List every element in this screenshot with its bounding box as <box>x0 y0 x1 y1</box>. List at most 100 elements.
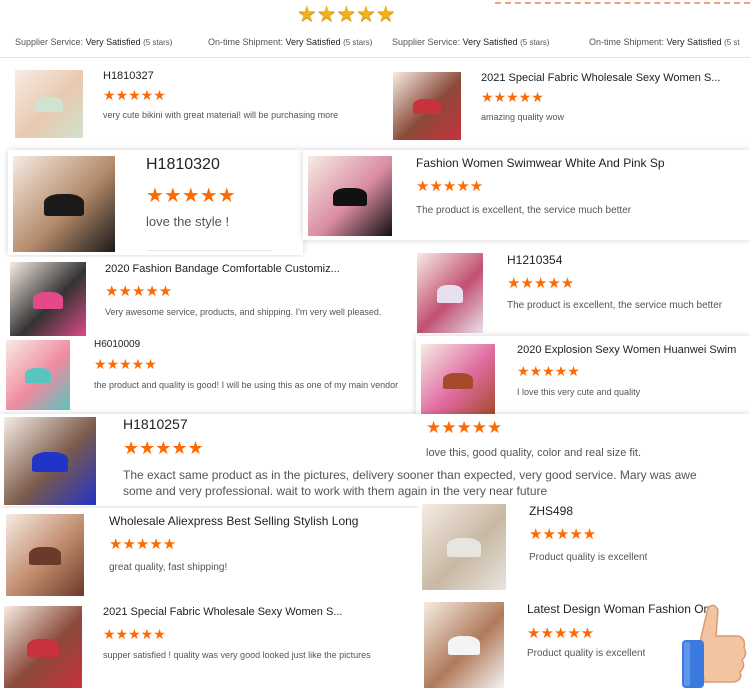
review-card: Fashion Women Swimwear White And Pink Sp… <box>303 150 750 240</box>
card-divider <box>148 250 273 251</box>
meta-value: Very Satisfied <box>462 37 518 47</box>
review-stars: ★★★★★ <box>517 363 580 379</box>
supplier-service-rating: Supplier Service: Very Satisfied (5 star… <box>15 37 172 47</box>
review-stars: ★★★★★ <box>527 625 595 642</box>
meta-label: On-time Shipment: <box>589 37 665 47</box>
review-stars: ★★★★★ <box>507 275 575 292</box>
swimwear-shape <box>447 538 481 558</box>
review-card: 2021 Special Fabric Wholesale Sexy Women… <box>0 598 420 691</box>
decorative-dashed-line <box>495 2 750 4</box>
review-text: supper satisfied ! quality was very good… <box>103 650 371 660</box>
review-card: 2021 Special Fabric Wholesale Sexy Women… <box>390 64 750 142</box>
product-thumbnail[interactable] <box>424 602 504 688</box>
review-stars: ★★★★★ <box>426 418 503 437</box>
product-thumbnail[interactable] <box>10 262 86 338</box>
meta-value: Very Satisfied <box>85 37 141 47</box>
review-text: Product quality is excellent <box>529 552 648 563</box>
review-text: I love this very cute and quality <box>517 387 641 397</box>
product-thumbnail[interactable] <box>6 514 84 596</box>
product-thumbnail[interactable] <box>15 70 83 138</box>
swimwear-shape <box>32 292 64 310</box>
meta-label: Supplier Service: <box>15 37 84 47</box>
review-title: H1810257 <box>123 416 188 432</box>
meta-label: On-time Shipment: <box>208 37 284 47</box>
product-thumbnail[interactable] <box>308 156 392 236</box>
shipment-rating: On-time Shipment: Very Satisfied (5 st <box>589 37 740 47</box>
review-text: the product and quality is good! I will … <box>94 380 399 390</box>
review-text: Very awesome service, products, and ship… <box>105 307 382 317</box>
review-text: great quality, fast shipping! <box>109 562 228 573</box>
meta-count: (5 st <box>724 38 740 47</box>
meta-count: (5 stars) <box>143 38 173 47</box>
product-thumbnail[interactable] <box>4 417 96 505</box>
header-divider <box>0 57 750 58</box>
review-text: love the style ! <box>146 214 230 229</box>
swimwear-shape <box>27 638 59 657</box>
meta-value: Very Satisfied <box>285 37 341 47</box>
review-stars: ★★★★★ <box>529 526 597 543</box>
review-card: H1210354 ★★★★★ The product is excellent,… <box>413 247 750 335</box>
review-card: H1810320 ★★★★★ love the style ! <box>8 150 303 255</box>
review-stars: ★★★★★ <box>481 89 544 105</box>
review-card: Wholesale Aliexpress Best Selling Stylis… <box>0 508 418 598</box>
review-card: 2020 Fashion Bandage Comfortable Customi… <box>6 257 418 339</box>
meta-count: (5 stars) <box>343 38 373 47</box>
review-title: H1810320 <box>146 156 220 173</box>
review-title: 2021 Special Fabric Wholesale Sexy Women… <box>103 606 343 618</box>
review-stars: ★★★★★ <box>109 536 177 553</box>
meta-label: Supplier Service: <box>392 37 461 47</box>
review-text: The product is excellent, the service mu… <box>416 205 632 216</box>
shipment-rating: On-time Shipment: Very Satisfied (5 star… <box>208 37 372 47</box>
rating-stars-gold: ★★★★★ <box>297 1 396 26</box>
review-stars: ★★★★★ <box>416 178 484 195</box>
product-thumbnail[interactable] <box>417 253 483 333</box>
review-title: Fashion Women Swimwear White And Pink Sp <box>416 156 665 170</box>
review-text: very cute bikini with great material! wi… <box>103 110 339 120</box>
swimwear-shape <box>413 99 441 115</box>
meta-value: Very Satisfied <box>666 37 722 47</box>
swimwear-shape <box>43 194 85 216</box>
product-thumbnail[interactable] <box>4 606 82 688</box>
review-card: H1810327 ★★★★★ very cute bikini with gre… <box>10 64 385 142</box>
swimwear-shape <box>448 636 480 656</box>
review-title: H1810327 <box>103 70 154 82</box>
review-title: 2020 Fashion Bandage Comfortable Customi… <box>105 263 340 275</box>
swimwear-shape <box>35 97 63 113</box>
review-text: The exact same product as in the picture… <box>123 468 697 482</box>
thumbs-up-icon <box>680 602 750 691</box>
review-text: Product quality is excellent <box>527 648 646 659</box>
review-title: 2021 Special Fabric Wholesale Sexy Women… <box>481 72 721 84</box>
review-stars: ★★★★★ <box>103 626 166 642</box>
swimwear-shape <box>31 452 69 472</box>
supplier-service-rating: Supplier Service: Very Satisfied (5 star… <box>392 37 549 47</box>
swimwear-shape <box>443 372 473 389</box>
product-thumbnail[interactable] <box>422 504 506 590</box>
review-stars: ★★★★★ <box>105 283 173 300</box>
product-thumbnail[interactable] <box>421 344 495 416</box>
review-text: amazing quality wow <box>481 112 565 122</box>
product-thumbnail[interactable] <box>393 72 461 140</box>
review-title: H1210354 <box>507 253 563 267</box>
review-card: 2020 Explosion Sexy Women Huanwei Swim ★… <box>416 336 750 420</box>
review-stars: ★★★★★ <box>103 87 166 103</box>
review-card: ZHS498 ★★★★★ Product quality is excellen… <box>418 498 750 590</box>
product-thumbnail[interactable] <box>6 340 70 410</box>
meta-count: (5 stars) <box>520 38 550 47</box>
review-stars: ★★★★★ <box>123 438 204 458</box>
review-stars: ★★★★★ <box>146 185 236 207</box>
review-title: H6010009 <box>94 339 141 350</box>
review-stars: ★★★★★ <box>94 356 157 372</box>
review-text-continued: some and very professional. wait to work… <box>123 484 548 498</box>
review-title: ZHS498 <box>529 504 574 518</box>
review-card: H6010009 ★★★★★ the product and quality i… <box>0 336 420 414</box>
review-text: The product is excellent, the service mu… <box>507 300 723 311</box>
review-title: Wholesale Aliexpress Best Selling Stylis… <box>109 514 359 528</box>
review-text: love this, good quality, color and real … <box>426 447 642 459</box>
swimwear-shape <box>25 368 51 384</box>
swimwear-shape <box>436 285 464 303</box>
product-thumbnail[interactable] <box>13 156 115 252</box>
review-card: ★★★★★ love this, good quality, color and… <box>420 414 750 466</box>
swimwear-shape <box>29 546 61 565</box>
review-title: 2020 Explosion Sexy Women Huanwei Swim <box>517 344 737 356</box>
swimwear-shape <box>333 188 367 206</box>
